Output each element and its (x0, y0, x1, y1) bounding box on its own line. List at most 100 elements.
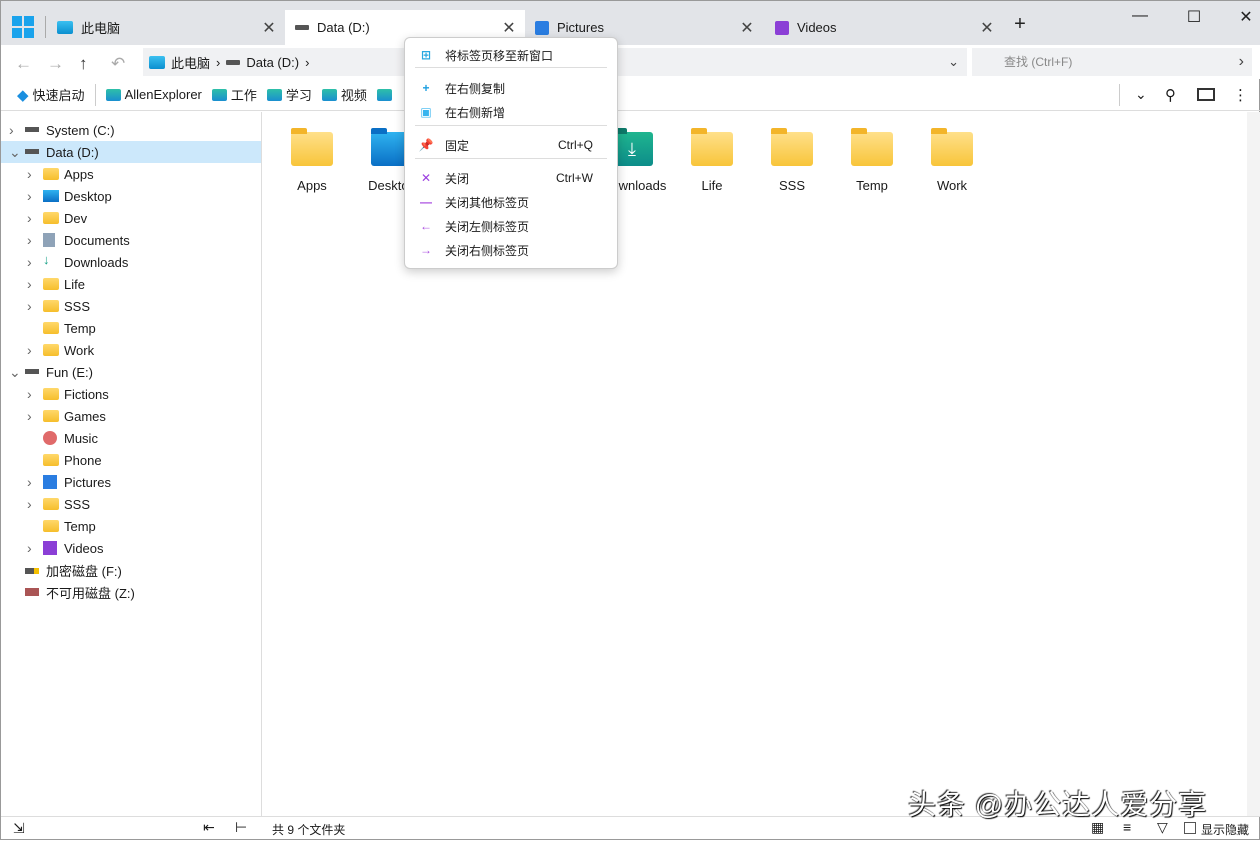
tree-item[interactable]: › Dev (1, 207, 261, 229)
collapse-icon[interactable]: ⇲ (13, 820, 25, 837)
tree-item[interactable]: Phone (1, 449, 261, 471)
quick-launch-button[interactable]: ◆ 快速启动 (17, 85, 85, 104)
new-tab-button[interactable]: + (1005, 13, 1035, 36)
chevron-down-icon[interactable]: ⌄ (9, 144, 21, 161)
menu-item[interactable]: 📌 固定 Ctrl+Q (405, 134, 617, 156)
tree-item-label: Apps (64, 166, 94, 182)
menu-item[interactable]: + 在右侧复制 (405, 77, 617, 99)
tree-item[interactable]: › SSS (1, 493, 261, 515)
tree-item[interactable]: › Work (1, 339, 261, 361)
chevron-right-icon[interactable]: › (27, 386, 32, 402)
quick-folder[interactable]: 学习 (266, 85, 312, 104)
menu-item-label: 关闭 (445, 171, 470, 186)
chevron-right-icon[interactable]: › (27, 254, 32, 270)
scrollbar[interactable] (1247, 112, 1260, 816)
quick-folder[interactable]: 视频 (321, 85, 367, 104)
tree-item[interactable]: › Pictures (1, 471, 261, 493)
menu-item[interactable]: ▣ 在右侧新增 (405, 101, 617, 123)
tree-item[interactable]: › ↓ Downloads (1, 251, 261, 273)
close-tab-icon[interactable]: ✕ (259, 18, 279, 38)
folder-item[interactable]: SSS (762, 128, 822, 193)
tree-icon[interactable]: ⊢ (235, 819, 247, 836)
tree-item[interactable]: › Documents (1, 229, 261, 251)
chevron-right-icon[interactable]: › (27, 540, 32, 556)
folder-icon (43, 300, 59, 312)
tree-item[interactable]: › Games (1, 405, 261, 427)
tree-item[interactable]: 不可用磁盘 (Z:) (1, 581, 261, 603)
quick-folder[interactable]: AllenExplorer (105, 87, 202, 102)
search-icon[interactable]: ⚲ (1165, 86, 1176, 104)
up-button[interactable]: ↑ (79, 54, 88, 74)
quick-folder[interactable]: 工作 (211, 85, 257, 104)
undo-button[interactable]: ↶ (111, 54, 125, 74)
tree-item[interactable]: 加密磁盘 (F:) (1, 559, 261, 581)
menu-item[interactable]: ✕ 关闭 Ctrl+W (405, 167, 617, 189)
folder-icon (691, 128, 733, 166)
chevron-right-icon[interactable]: › (27, 232, 32, 248)
tree-item-label: Fun (E:) (46, 364, 93, 380)
tree-item[interactable]: › Fictions (1, 383, 261, 405)
preview-pane-icon[interactable] (1197, 88, 1215, 101)
tab-videos[interactable]: Videos ✕ (765, 10, 1003, 45)
tree-item[interactable]: › SSS (1, 295, 261, 317)
tab-this-pc[interactable]: 此电脑 ✕ (47, 10, 285, 45)
close-tab-icon[interactable]: ✕ (737, 18, 757, 38)
pictures-icon (535, 20, 549, 35)
tree-item-label: Downloads (64, 254, 129, 270)
tree-item[interactable]: › Life (1, 273, 261, 295)
tree-item[interactable]: ⌄ Fun (E:) (1, 361, 261, 383)
chevron-right-icon[interactable]: › (27, 188, 32, 204)
folder-item[interactable]: Temp (842, 128, 902, 193)
close-window-button[interactable]: ✕ (1231, 7, 1260, 27)
tree-item[interactable]: › Apps (1, 163, 261, 185)
outdent-icon[interactable]: ⇤ (203, 819, 215, 836)
app-logo-icon[interactable] (12, 16, 34, 38)
chevron-right-icon[interactable]: › (27, 342, 32, 358)
menu-item[interactable]: ⊞ 将标签页移至新窗口 (405, 44, 617, 66)
chevron-right-icon[interactable]: › (1239, 48, 1244, 76)
chevron-right-icon[interactable]: › (27, 166, 32, 182)
chevron-down-icon[interactable]: ⌄ (9, 364, 21, 381)
folder-item[interactable]: Work (922, 128, 982, 193)
chevron-right-icon[interactable]: › (9, 122, 14, 138)
minimize-button[interactable]: — (1125, 7, 1155, 25)
menu-item-label: 关闭左侧标签页 (445, 219, 530, 234)
tab-label: 此电脑 (81, 21, 121, 36)
folder-item[interactable]: Apps (282, 128, 342, 193)
chevron-down-icon[interactable]: ⌄ (948, 54, 959, 70)
tab-label: Data (D:) (317, 20, 370, 35)
folder-icon (43, 212, 59, 224)
show-hidden-checkbox[interactable] (1184, 822, 1196, 834)
tree-item[interactable]: › System (C:) (1, 119, 261, 141)
chevron-right-icon[interactable]: › (27, 408, 32, 424)
tree-item[interactable]: Music (1, 427, 261, 449)
maximize-button[interactable]: ☐ (1179, 7, 1209, 27)
folder-icon[interactable] (376, 88, 392, 101)
tree-item-label: Pictures (64, 474, 111, 490)
tree-item[interactable]: Temp (1, 317, 261, 339)
quick-folder-label: 学习 (285, 88, 312, 103)
menu-item-label: 将标签页移至新窗口 (445, 48, 554, 63)
menu-item[interactable]: → 关闭右侧标签页 (405, 239, 617, 261)
back-button[interactable]: ← (15, 54, 32, 74)
search-input[interactable]: 查找 (Ctrl+F) › (972, 48, 1252, 76)
breadcrumb-item[interactable]: Data (D:) (246, 55, 299, 70)
tree-item[interactable]: ⌄ Data (D:) (1, 141, 261, 163)
folder-item[interactable]: Life (682, 128, 742, 193)
close-tab-icon[interactable]: ✕ (977, 18, 997, 38)
tree-item[interactable]: › Desktop (1, 185, 261, 207)
chevron-right-icon[interactable]: › (27, 474, 32, 490)
chevron-right-icon[interactable]: › (27, 276, 32, 292)
breadcrumb-item[interactable]: 此电脑 (171, 53, 210, 72)
more-icon[interactable]: ⋮ (1233, 86, 1248, 104)
chevron-right-icon[interactable]: › (27, 496, 32, 512)
forward-button[interactable]: → (47, 54, 64, 74)
menu-item[interactable]: ← 关闭左侧标签页 (405, 215, 617, 237)
tree-item[interactable]: › Videos (1, 537, 261, 559)
tree-item[interactable]: Temp (1, 515, 261, 537)
chevron-right-icon[interactable]: › (27, 210, 32, 226)
expand-more-icon[interactable]: ⌄ (1135, 86, 1147, 103)
chevron-right-icon[interactable]: › (27, 298, 32, 314)
menu-item[interactable]: — 关闭其他标签页 (405, 191, 617, 213)
close-tab-icon[interactable]: ✕ (499, 18, 519, 38)
